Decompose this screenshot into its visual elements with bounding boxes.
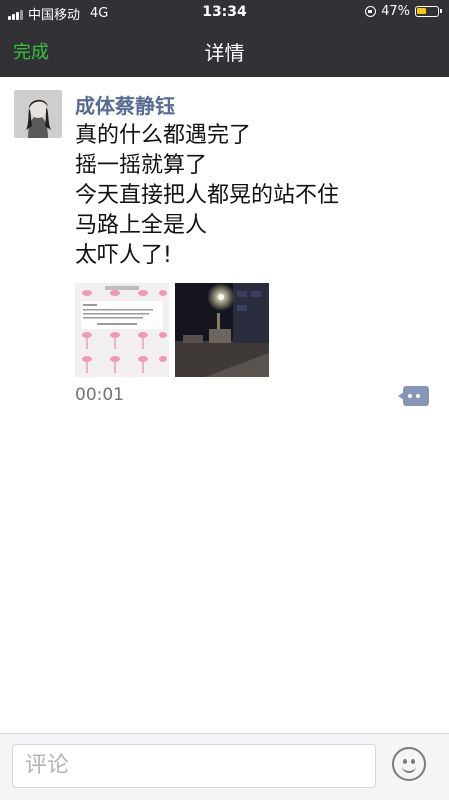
nav-bar: 完成 详情 <box>0 24 449 77</box>
more-dots-icon <box>408 394 420 398</box>
comment-input[interactable]: 评论 <box>12 744 376 788</box>
post-line: 摇一摇就算了 <box>75 153 208 178</box>
post-line: 今天直接把人都晃的站不住 <box>75 183 340 208</box>
post-line: 真的什么都遇完了 <box>75 123 252 148</box>
post-time: 00:01 <box>75 385 124 405</box>
battery-percent: 47% <box>381 4 410 19</box>
status-bar: 中国移动 4G 13:34 47% <box>0 0 449 24</box>
avatar[interactable] <box>14 90 62 138</box>
post-text: 真的什么都遇完了 摇一摇就算了 今天直接把人都晃的站不住 马路上全是人 太吓人了… <box>75 121 435 271</box>
rotation-lock-icon <box>365 6 377 17</box>
page-title: 详情 <box>204 41 245 65</box>
comment-bar: 评论 <box>0 733 449 800</box>
post-line: 太吓人了! <box>75 243 172 268</box>
battery-icon <box>415 6 442 17</box>
night-street-photo[interactable] <box>175 283 269 377</box>
comment-action-button[interactable] <box>398 386 429 406</box>
battery-fill <box>417 8 426 14</box>
emoji-icon[interactable] <box>392 747 426 781</box>
post-line: 马路上全是人 <box>75 213 208 238</box>
status-right: 47% <box>365 4 442 19</box>
flamingo-screenshot-image[interactable] <box>75 283 169 377</box>
author-name[interactable]: 成体蔡静钰 <box>75 90 175 119</box>
